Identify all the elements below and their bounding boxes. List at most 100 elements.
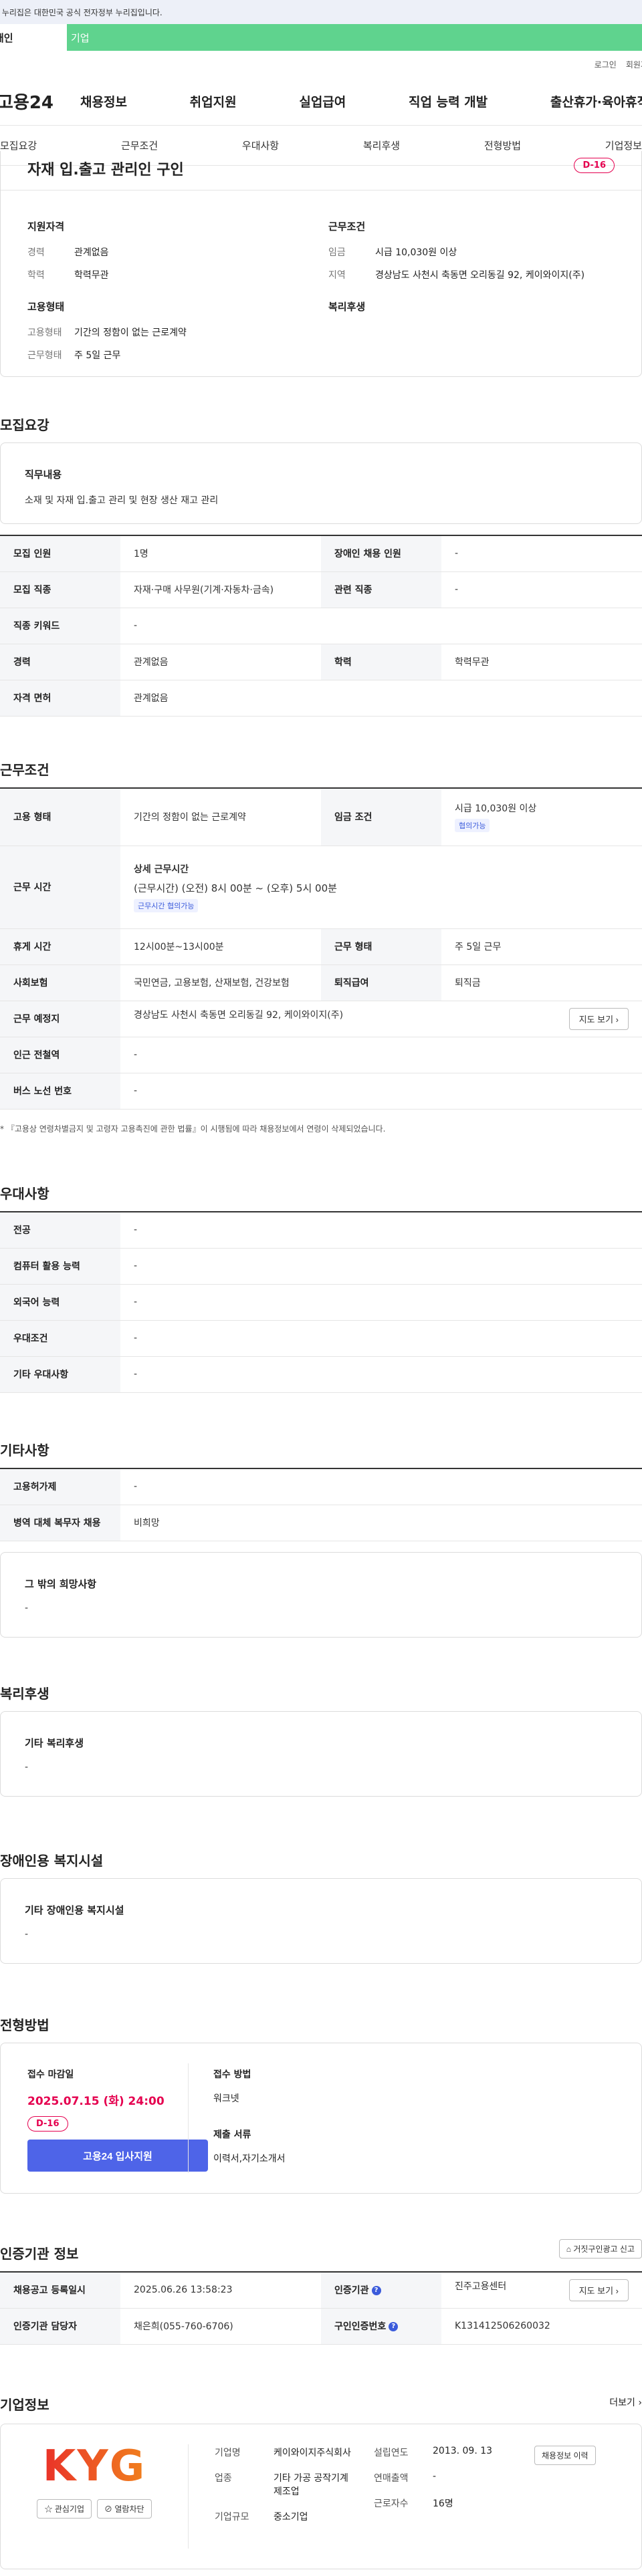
table-row: 외국어 능력 - (0, 1284, 642, 1321)
etc-section-title: 기타사항 (0, 1442, 49, 1458)
global-nav: 고용24 채용정보 취업지원 실업급여 직업 능력 개발 출산휴가·육아휴직 (0, 78, 642, 126)
tab-personal[interactable]: 개인 (0, 24, 67, 51)
report-fake-ad-button[interactable]: ⌂ 거짓구인광고 신고 (558, 2239, 642, 2259)
table-row: 휴게 시간 12시00분~13시00분 근무 형태 주 5일 근무 (0, 928, 642, 965)
gnb-item-unemployment[interactable]: 실업급여 (299, 92, 346, 110)
chevron-right-icon: › (638, 2398, 642, 2408)
welfare-block: 복리후생 (328, 299, 596, 326)
employment-title: 고용형태 (27, 301, 65, 313)
info-icon[interactable]: ? (389, 2322, 399, 2331)
gnb-items: 채용정보 취업지원 실업급여 직업 능력 개발 출산휴가·육아휴직 (80, 92, 642, 110)
gnb-item-jobs[interactable]: 채용정보 (80, 92, 127, 110)
deadline-block: 접수 마감일 2025.07.15 (화) 24:00 D-16 고용24 입사… (27, 2067, 215, 2172)
subnav-company[interactable]: 기업정보 (605, 138, 642, 152)
deadline-date: 2025.07.15 (화) 24:00 (27, 2095, 165, 2108)
pref-table: 전공 - 컴퓨터 활용 능력 - 외국어 능력 - 우대조건 - 기타 우대사항 - (0, 1211, 642, 1393)
agency-section-title: 인증기관 정보 (0, 2246, 79, 2262)
agency-table: 채용공고 등록일시 2025.06.26 13:58:23 인증기관? 진주고용센… (0, 2271, 642, 2345)
subnav-welfare[interactable]: 복리후생 (363, 138, 400, 152)
deadline-dday-badge: D-16 (27, 2116, 68, 2132)
company-info-right: 설립연도 2013. 09. 13 연매출액 - 근로자수 16명 (374, 2446, 493, 2509)
duty-box: 직무내용 소재 및 자재 입.출고 관리 및 현장 생산 재고 관리 (0, 442, 642, 524)
subnav-recruit[interactable]: 모집요강 (0, 138, 37, 152)
signup-link[interactable]: 회원가입 (626, 59, 642, 70)
utility-menu: 로그인 회원가입 (0, 51, 642, 78)
selection-section-title: 전형방법 (0, 2017, 49, 2033)
disabled-box: 기타 장애인용 복지시설 - (0, 1878, 642, 1964)
dday-badge: D-16 (574, 158, 615, 173)
chevron-right-icon: › (615, 2285, 619, 2296)
info-icon[interactable]: ? (371, 2286, 381, 2296)
table-row: 채용공고 등록일시 2025.06.26 13:58:23 인증기관? 진주고용센… (0, 2271, 642, 2309)
welfare-section-title: 복리후생 (0, 1686, 49, 1702)
gov-banner: 이 누리집은 대한민국 공식 전자정부 누리집입니다. (0, 0, 642, 24)
gnb-item-support[interactable]: 취업지원 (190, 92, 237, 110)
apply-button[interactable]: 고용24 입사지원 (27, 2140, 208, 2172)
table-row: 직종 키워드 - (0, 608, 642, 644)
login-link[interactable]: 로그인 (595, 59, 617, 70)
table-row: 기타 우대사항 - (0, 1356, 642, 1393)
table-row: 컴퓨터 활용 능력 - (0, 1248, 642, 1285)
age-note: * 『고용상 연령차별금지 및 고령자 고용촉진에 관한 법률』이 시행됨에 따… (0, 1124, 386, 1134)
disabled-section-title: 장애인용 복지시설 (0, 1853, 104, 1869)
table-row: 근무 예정지 경상남도 사천시 축동면 오리동길 92, 케이와이지(주) 지도 … (0, 1001, 642, 1037)
table-row: 모집 인원 1명 장애인 채용 인원 - (0, 535, 642, 572)
qualification-title: 지원자격 (27, 221, 65, 233)
table-row: 인증기관 담당자 채은희(055-760-6706) 구인인증번호? K13141… (0, 2308, 642, 2345)
subnav-work[interactable]: 근무조건 (121, 138, 158, 152)
condition-title: 근무조건 (328, 221, 366, 233)
table-row: 병역 대체 복무자 채용 비희망 (0, 1505, 642, 1541)
table-row: 우대조건 - (0, 1320, 642, 1357)
company-section-title: 기업정보 (0, 2397, 49, 2413)
table-row: 전공 - (0, 1211, 642, 1249)
company-logo: KYG (27, 2442, 161, 2491)
divider (188, 2063, 189, 2173)
welfare-box: 기타 복리후생 - (0, 1711, 642, 1797)
condition-block: 근무조건 임금 시급 10,030원 이상 지역 경상남도 사천시 축동면 오리동길… (328, 219, 623, 291)
pref-section-title: 우대사항 (0, 1186, 49, 1202)
star-icon: ☆ (44, 2504, 53, 2514)
divider (188, 2444, 189, 2549)
etc-table: 고용허가제 - 병역 대체 복무자 채용 비희망 (0, 1468, 642, 1541)
employment-block: 고용형태 고용형태 기간의 정함이 없는 근로계약 근무형태 주 5일 근무 (27, 299, 295, 371)
subnav-pref[interactable]: 우대사항 (242, 138, 279, 152)
negotiable-tag: 협의가능 (455, 819, 490, 833)
duty-text: 소재 및 자재 입.출고 관리 및 현장 생산 재고 관리 (25, 495, 219, 506)
table-row: 고용 형태 기간의 정함이 없는 근로계약 임금 조건 시급 10,030원 이상… (0, 787, 642, 846)
job-summary-card: 자재 입.출고 관리인 구인 D-16 지원자격 경력 관계없음 학력 학력무관 근… (0, 151, 642, 377)
recruit-section-title: 모집요강 (0, 417, 49, 433)
company-more-link[interactable]: 더보기 › (609, 2396, 642, 2409)
company-logo-block: KYG ☆ 관심기업 ⊘ 열람차단 (27, 2442, 161, 2519)
table-row: 근무 시간 상세 근무시간 (근무시간) (오전) 8시 00분 ~ (오후) … (0, 846, 642, 929)
block-view-button[interactable]: ⊘ 열람차단 (97, 2499, 152, 2519)
hope-box: 그 밖의 희망사항 - (0, 1552, 642, 1638)
selection-card: 접수 마감일 2025.07.15 (화) 24:00 D-16 고용24 입사… (0, 2043, 642, 2194)
interest-company-button[interactable]: ☆ 관심기업 (37, 2499, 92, 2519)
chevron-right-icon: › (615, 1014, 619, 1025)
table-row: 사회보험 국민연금, 고용보험, 산재보험, 건강보험 퇴직급여 퇴직금 (0, 964, 642, 1001)
block-icon: ⊘ (104, 2504, 113, 2514)
agency-map-button[interactable]: 지도 보기 › (568, 2279, 629, 2301)
qualification-block: 지원자격 경력 관계없음 학력 학력무관 (27, 219, 295, 291)
company-info-left: 기업명 케이와이지주식회사 업종 기타 가공 공작기계 제조업 기업규모 중소기업 (215, 2448, 351, 2523)
gnb-item-leave[interactable]: 출산휴가·육아휴직 (550, 92, 642, 110)
user-type-tabs: 개인 기업 (0, 24, 642, 51)
welfare-title: 복리후생 (328, 301, 366, 313)
table-row: 경력 관계없음 학력 학력무관 (0, 644, 642, 680)
method-block: 접수 방법 워크넷 제출 서류 이력서,자기소개서 (213, 2069, 286, 2164)
table-row: 모집 직종 자재·구매 사무원(기계·자동차·금속) 관련 직종 - (0, 571, 642, 608)
table-row: 자격 면허 관계없음 (0, 680, 642, 717)
job-history-button[interactable]: 채용정보 이력 (534, 2446, 596, 2465)
home-icon: ⌂ (566, 2244, 571, 2254)
work-section-title: 근무조건 (0, 762, 49, 778)
site-logo[interactable]: 고용24 (0, 89, 80, 114)
gnb-item-training[interactable]: 직업 능력 개발 (409, 92, 488, 110)
table-row: 버스 노선 번호 - (0, 1073, 642, 1110)
subnav-selection[interactable]: 전형방법 (484, 138, 521, 152)
map-button[interactable]: 지도 보기 › (568, 1007, 629, 1030)
table-row: 인근 전철역 - (0, 1037, 642, 1073)
hours-negotiable-tag: 근무시간 협의가능 (134, 898, 199, 912)
company-card: KYG ☆ 관심기업 ⊘ 열람차단 기업명 케이와이지주식회사 업종 기타 가공 공… (0, 2424, 642, 2569)
job-title: 자재 입.출고 관리인 구인 (27, 162, 184, 178)
tab-company[interactable]: 기업 (67, 24, 642, 51)
